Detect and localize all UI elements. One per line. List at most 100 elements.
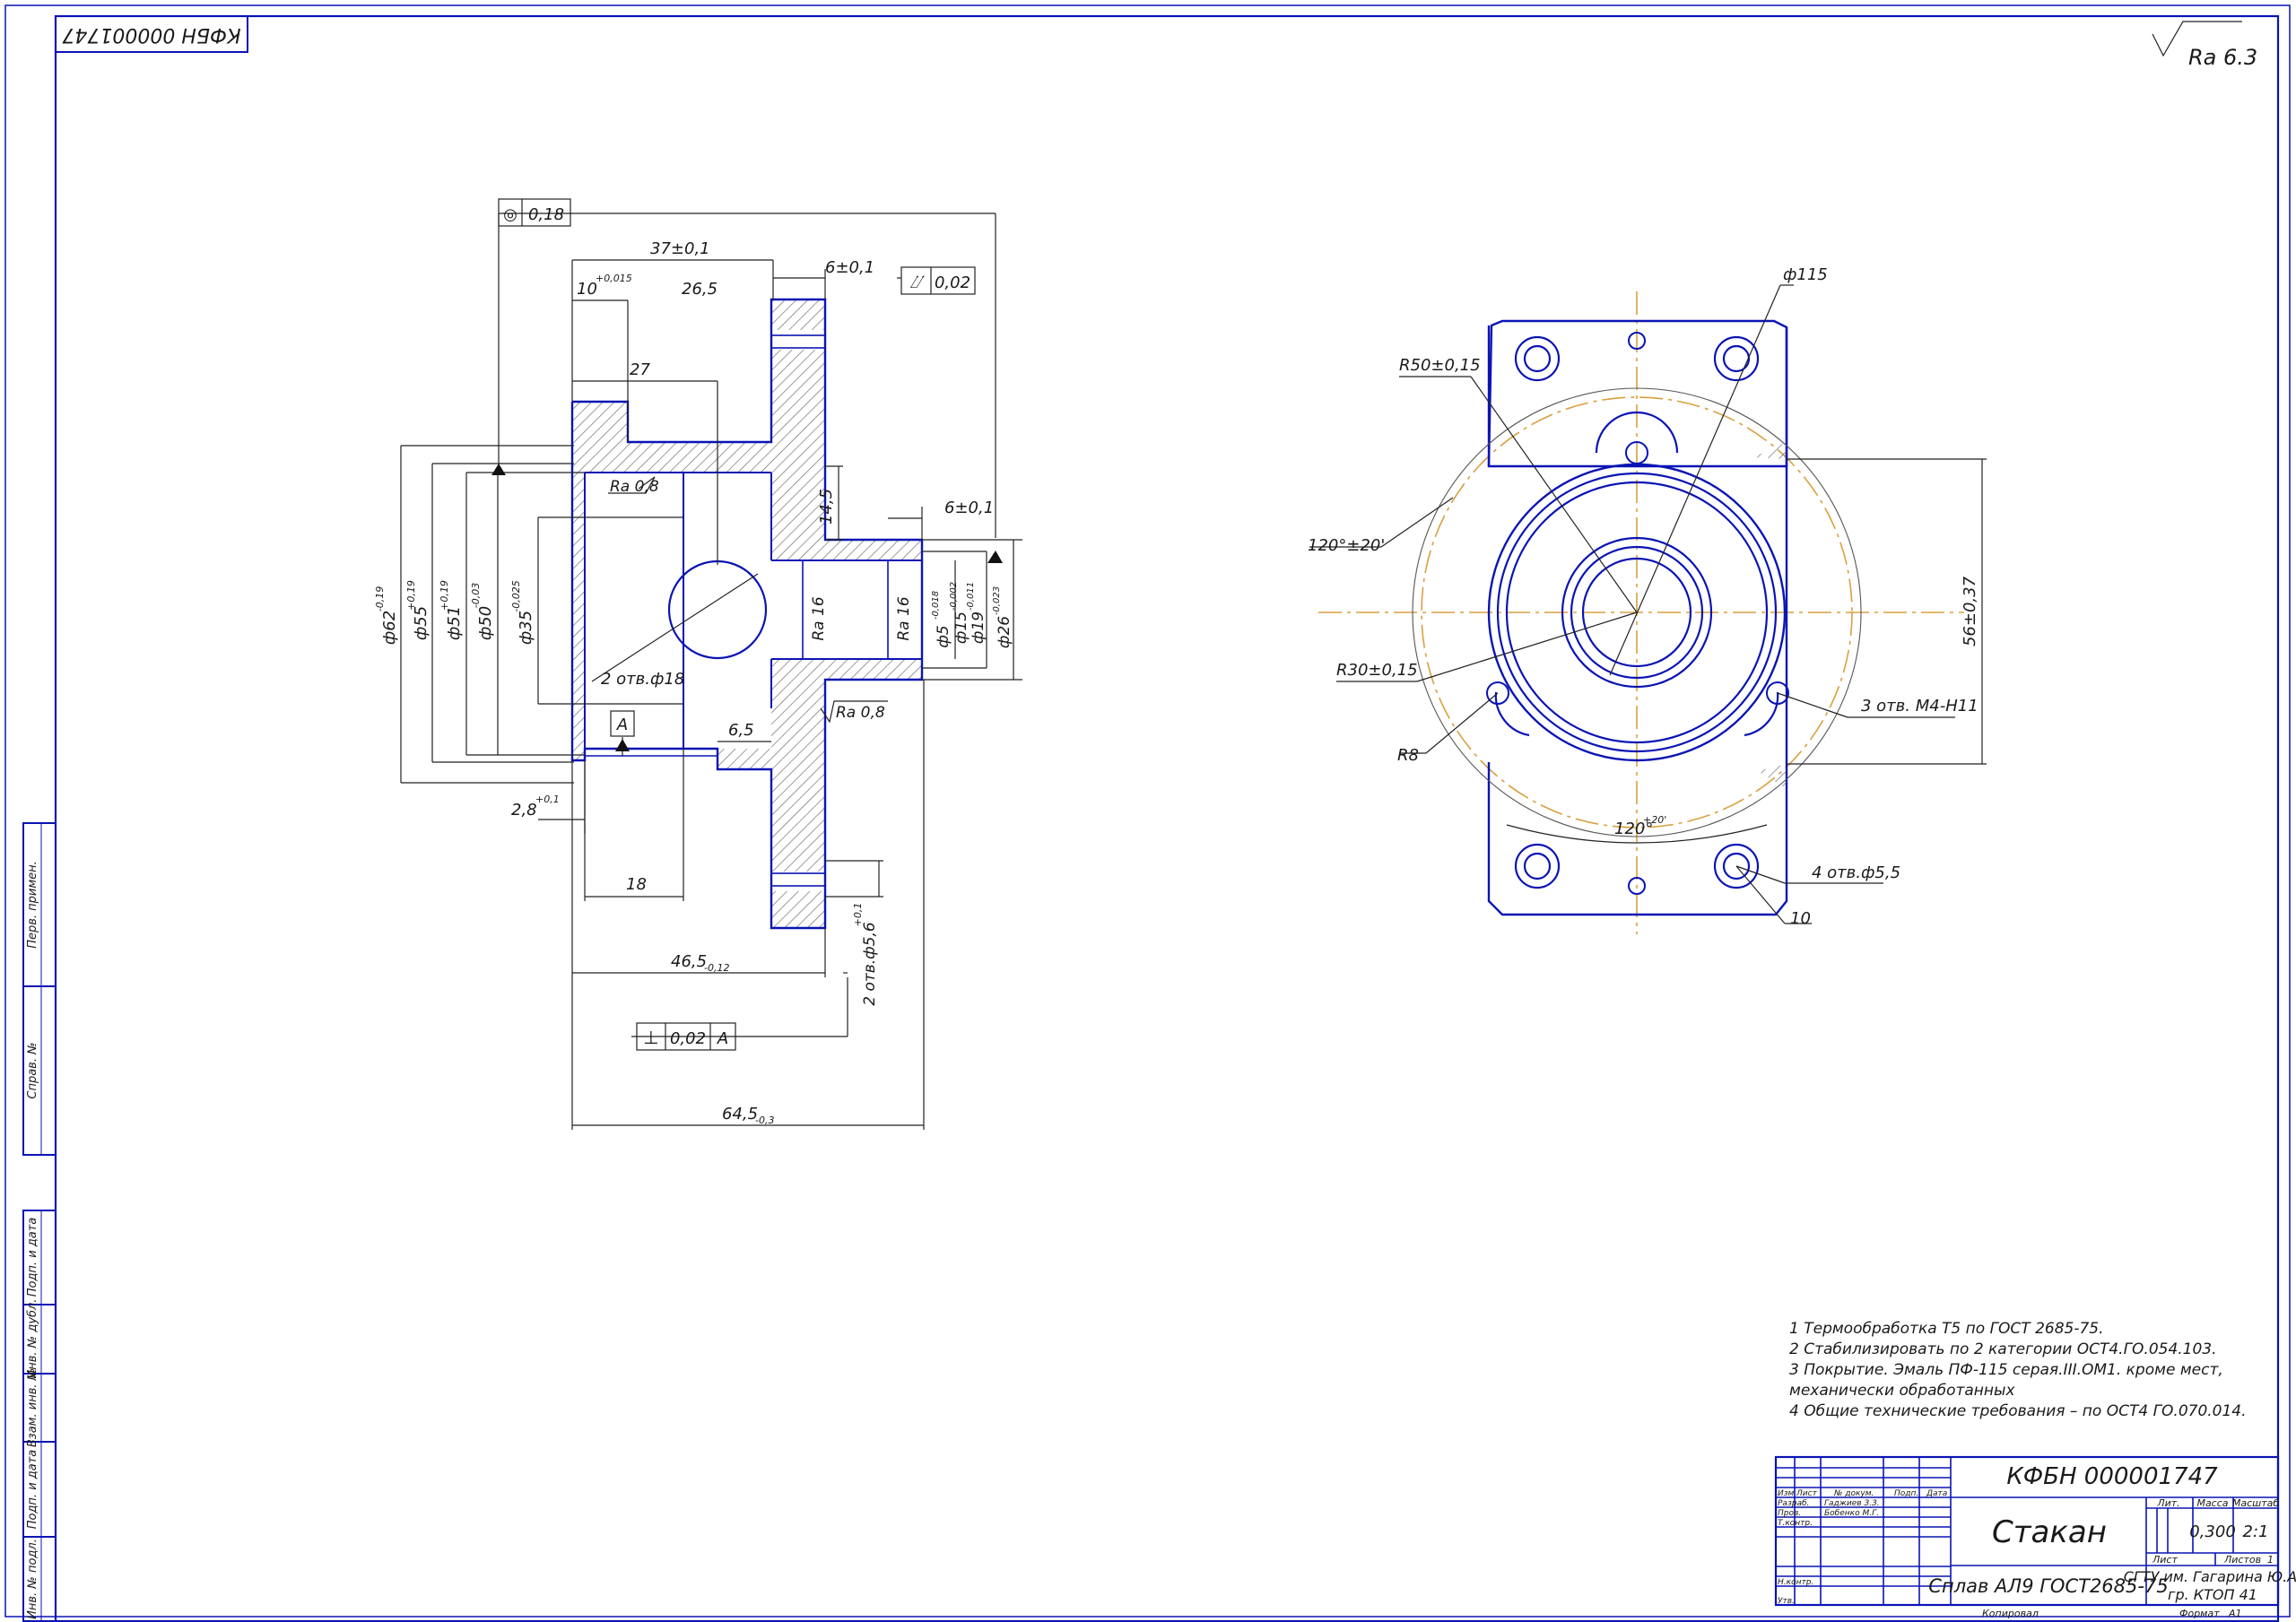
title-part-name: Стакан [1992,1514,2107,1550]
note-4: 4 Общие технические требования – по ОСТ4… [1789,1402,2247,1420]
concentricity-value: 0,18 [528,205,564,224]
perpendicularity-icon: ⊥ [643,1027,658,1048]
dim-holes-18: 2 отв.ф18 [601,670,684,689]
rotated-code-stamp: КФБН 000001747 [55,15,248,53]
side-columns: Перв. примен. Справ. № Подп. и дата Инв.… [22,822,57,1622]
dim-holes-5-6-tol: +0,1 [852,903,864,927]
roughness-label-1: Ra 0,8 [610,478,659,496]
label-prov: Пров. [1778,1509,1801,1518]
organization: СГТУ им. Гагарина Ю.А. [2124,1568,2296,1585]
label-podp: Подп. [1894,1489,1918,1498]
dim-holes-5-6: 2 отв.ф5,6 [861,922,879,1006]
dim-2-8-tol: +0,1 [535,794,560,805]
runout-value: 0,02 [935,273,970,292]
dim-10-tol: +0,015 [596,273,632,284]
title-block: КФБН 000001747 Стакан Сплав АЛ9 ГОСТ2685… [1774,1455,2296,1619]
sheet-label: Лист [2152,1554,2178,1566]
dim-27: 27 [630,360,650,379]
dia-35-tol: -0,025 [510,580,522,612]
front-dimension-labels: ф115 R50±0,15 120°±20' R30±0,15 R8 56±0,… [1308,265,1979,928]
dia-62: ф62 [380,611,399,645]
side-label-2: Справ. № [26,1042,39,1098]
front-view: ф115 R50±0,15 120°±20' R30±0,15 R8 56±0,… [1308,265,1987,934]
dim-r30: R30±0,15 [1336,661,1418,680]
scale-value: 2:1 [2243,1522,2269,1541]
side-label-6: Подп. и дата [26,1450,39,1530]
dia-51-tol: +0,19 [439,580,450,611]
copied-label: Копировал [1982,1608,2039,1619]
dim-10-front: 10 [1790,909,1811,928]
general-roughness: Ra 6.3 [2152,21,2257,70]
dim-14-5: 14,5 [817,489,836,525]
dim-6-top: 6±0,1 [825,258,874,277]
dim-2-8: 2,8 [511,801,537,820]
tolerance-frame-perpendicularity: ⊥ 0,02 A [636,1022,736,1051]
dia-15-tol: -0,002 [949,582,959,611]
label-utv: Утв. [1778,1597,1795,1606]
dia-5-tol: -0,018 [931,591,941,620]
label-nkontr: Н.контр. [1778,1578,1813,1587]
dim-10: 10 [577,280,597,299]
developer-name: Гаджиев З.З. [1824,1499,1880,1508]
roughness-label-2: Ra 16 [810,596,828,640]
roughness-label-4: Ra 0,8 [836,704,885,722]
section-view: ◎ 0,18 ⌰ 0,02 ⊥ 0,02 A A 37±0,1 10 +0,01… [374,198,1022,1130]
dia-15: ф15 [952,612,970,644]
tolerance-frame-runout: ⌰ 0,02 [900,266,976,295]
header-mass: Масса [2196,1497,2228,1509]
side-label-1: Перв. примен. [26,861,39,949]
dim-46-5-tol: -0,12 [704,962,729,974]
label-izm: Изм [1778,1489,1795,1498]
note-1: 1 Термообработка Т5 по ГОСТ 2685-75. [1789,1320,2104,1338]
dim-18: 18 [626,875,647,894]
dim-64-5-tol: -0,3 [755,1115,774,1126]
roughness-label-3: Ra 16 [895,596,913,640]
label-dokum: № докум. [1833,1489,1874,1498]
dim-r50: R50±0,15 [1399,356,1481,375]
datum-a-label: A [616,716,628,734]
perpendicularity-datum: A [717,1029,728,1048]
dia-19-tol: -0,011 [966,582,976,611]
note-3-cont: механически обработанных [1789,1382,2015,1400]
label-list: Лист [1796,1489,1818,1498]
drawing-sheet: КФБН 000001747 Ra 6.3 Перв. примен. Спра… [4,4,2296,1622]
dia-55-tol: +0,19 [405,580,417,611]
format-label: Формат [2179,1608,2220,1619]
side-label-5: Взам. инв. № [26,1368,39,1447]
label-data: Дата [1926,1489,1947,1498]
runout-icon: ⌰ [909,271,924,292]
dim-6-5: 6,5 [728,721,754,740]
dia-19: ф19 [970,612,987,644]
dim-46-5: 46,5 [671,952,707,971]
note-2: 2 Стабилизировать по 2 категории ОСТ4.ГО… [1789,1340,2217,1358]
concentricity-icon: ◎ [503,205,517,224]
tolerance-frame-concentricity: ◎ 0,18 [498,198,571,227]
header-scale: Масштаб [2232,1497,2279,1509]
dim-64-5: 64,5 [722,1105,758,1123]
mass-value: 0,300 [2189,1522,2236,1541]
header-lit: Лит. [2156,1497,2179,1509]
perpendicularity-value: 0,02 [670,1029,706,1048]
side-label-4: Инв. № дубл. [26,1299,39,1379]
dim-r8: R8 [1397,746,1419,765]
sheets-count: 1 [2267,1554,2274,1566]
sheets-label: Листов [2223,1554,2261,1566]
group: гр. КТОП 41 [2168,1586,2257,1603]
dim-angle-120-bottom-tol: +20' [1643,814,1666,826]
dia-50-tol: -0,03 [470,583,482,608]
dim-dia-115: ф115 [1783,265,1828,284]
dia-35: ф35 [517,611,535,645]
dim-26-5: 26,5 [682,280,718,299]
checker-name: Бобенко М.Г. [1824,1509,1879,1518]
stamp-code-text: КФБН 000001747 [62,23,240,46]
dim-37: 37±0,1 [650,239,710,258]
dia-50: ф50 [476,606,495,640]
label-razrab: Разраб. [1778,1499,1809,1508]
dim-holes-5-5: 4 отв.ф5,5 [1812,863,1900,882]
general-roughness-text: Ra 6.3 [2188,45,2257,70]
dim-thread-holes: 3 отв. М4-Н11 [1861,697,1979,716]
format-value: А1 [2228,1608,2242,1619]
dim-angle-120-top: 120°±20' [1308,536,1385,555]
technical-notes: 1 Термообработка Т5 по ГОСТ 2685-75. 2 С… [1789,1320,2247,1420]
dim-56: 56±0,37 [1961,576,1979,646]
